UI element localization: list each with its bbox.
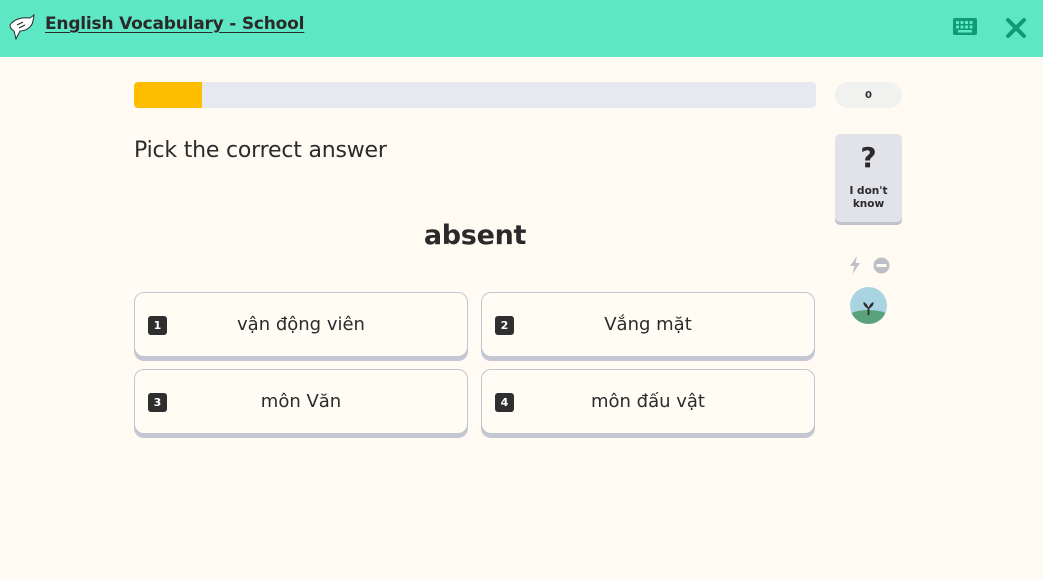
answer-option-4[interactable]: 4 môn đấu vật [481,369,815,434]
answer-label: môn đấu vật [590,391,705,412]
keyboard-icon[interactable] [952,16,978,38]
answer-option-1[interactable]: 1 vận động viên [134,292,468,357]
answer-label: môn Văn [260,391,342,412]
question-word: absent [423,220,527,251]
answer-label: vận động viên [237,314,365,335]
answer-option-2[interactable]: 2 Vắng mặt [481,292,815,357]
dont-know-label: I don't know [849,185,888,210]
score-badge: 0 [835,82,902,108]
no-entry-icon [873,257,890,274]
close-icon[interactable] [1004,16,1028,40]
dont-know-button[interactable]: ? I don't know [835,134,902,222]
question-mark-icon: ? [860,141,877,174]
top-bar: English Vocabulary - School [0,0,1043,57]
course-title-link[interactable]: English Vocabulary - School [45,14,304,34]
memrise-logo-icon[interactable] [8,13,36,41]
lightning-bolt-icon [850,256,860,274]
sprout-avatar-icon [850,287,887,324]
progress-bar-fill [134,82,203,108]
answer-label: Vắng mặt [604,314,692,335]
answer-option-3[interactable]: 3 môn Văn [134,369,468,434]
question-prompt: Pick the correct answer [134,138,387,163]
progress-bar [134,82,816,108]
